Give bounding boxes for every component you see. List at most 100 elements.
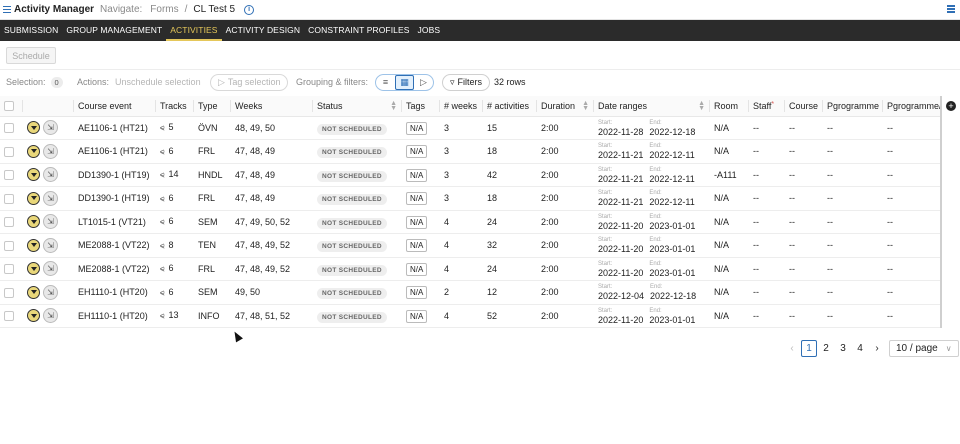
course-event-cell[interactable]: EH1110-1 (HT20) bbox=[74, 304, 156, 328]
tab-group-management[interactable]: GROUP MANAGEMENT bbox=[62, 20, 166, 41]
filter-activity-icon[interactable] bbox=[27, 285, 40, 299]
hamburger-menu-icon[interactable] bbox=[3, 5, 11, 14]
right-menu-icon[interactable] bbox=[947, 5, 955, 13]
header-room[interactable]: Room bbox=[710, 96, 749, 117]
course-event-cell[interactable]: ME2088-1 (VT22) bbox=[74, 257, 156, 281]
tab-submission[interactable]: SUBMISSION bbox=[0, 20, 62, 41]
table-row[interactable]: ⇲ ME2088-1 (VT22) ⪨ 8 TEN 47, 48, 49, 52 … bbox=[0, 233, 941, 258]
header-tracks[interactable]: Tracks bbox=[156, 96, 194, 117]
breadcrumb-forms[interactable]: Forms bbox=[150, 4, 178, 15]
tab-activity-design[interactable]: ACTIVITY DESIGN bbox=[222, 20, 305, 41]
course-event-cell[interactable]: ME2088-1 (VT22) bbox=[74, 233, 156, 258]
row-checkbox[interactable] bbox=[4, 123, 14, 134]
header-date-ranges[interactable]: Date ranges ▲ ▼ bbox=[594, 96, 710, 117]
filter-activity-icon[interactable] bbox=[27, 121, 40, 135]
header-weeks[interactable]: Weeks bbox=[231, 96, 313, 117]
header-course-event[interactable]: Course event bbox=[74, 96, 156, 117]
course-event-cell[interactable]: LT1015-1 (VT21) bbox=[74, 210, 156, 234]
row-checkbox[interactable] bbox=[4, 146, 14, 157]
row-checkbox[interactable] bbox=[4, 170, 14, 181]
course-event-cell[interactable]: DD1390-1 (HT19) bbox=[74, 186, 156, 211]
sort-icon[interactable]: ▲ ▼ bbox=[390, 100, 397, 112]
course-event-cell[interactable]: EH1110-1 (HT20) bbox=[74, 280, 156, 305]
open-activity-icon[interactable]: ⇲ bbox=[43, 214, 58, 230]
list-view-icon[interactable]: ≡ bbox=[376, 75, 395, 90]
open-activity-icon[interactable]: ⇲ bbox=[43, 308, 58, 324]
pagination-page-3[interactable]: 3 bbox=[835, 340, 851, 357]
tag-filter-icon[interactable]: ▷ bbox=[414, 75, 433, 90]
course-event-cell[interactable]: DD1390-1 (HT19) bbox=[74, 163, 156, 187]
header-status[interactable]: Status ▲ ▼ bbox=[313, 96, 402, 117]
table-row[interactable]: ⇲ AE1106-1 (HT21) ⪨ 6 FRL 47, 48, 49 NOT … bbox=[0, 139, 941, 164]
filter-activity-icon[interactable] bbox=[27, 262, 40, 276]
info-icon[interactable]: i bbox=[244, 4, 255, 15]
pagination-next-button[interactable]: › bbox=[869, 340, 885, 357]
tab-jobs[interactable]: JOBS bbox=[414, 20, 445, 41]
pagination-prev-button[interactable]: ‹ bbox=[784, 340, 800, 357]
header-num-weeks[interactable]: # weeks bbox=[440, 96, 483, 117]
header-staff[interactable]: Staff* bbox=[749, 96, 785, 117]
unschedule-selection-button[interactable]: Unschedule selection bbox=[115, 77, 201, 87]
tags-value[interactable]: N/A bbox=[406, 168, 428, 182]
table-row[interactable]: ⇲ DD1390-1 (HT19) ⪨ 6 FRL 47, 48, 49 NOT … bbox=[0, 186, 941, 211]
open-activity-icon[interactable]: ⇲ bbox=[43, 284, 58, 300]
table-row[interactable]: ⇲ EH1110-1 (HT20) ⪨ 13 INFO 47, 48, 51, 5… bbox=[0, 304, 941, 328]
table-row[interactable]: ⇲ AE1106-1 (HT21) ⪨ 5 ÖVN 48, 49, 50 NOT … bbox=[0, 116, 941, 140]
sort-icon[interactable]: ▲ ▼ bbox=[698, 100, 705, 112]
tab-activities[interactable]: ACTIVITIES bbox=[166, 20, 222, 41]
pagination-page-4[interactable]: 4 bbox=[852, 340, 868, 357]
table-row[interactable]: ⇲ EH1110-1 (HT20) ⪨ 6 SEM 49, 50 NOT SCHE… bbox=[0, 280, 941, 305]
tags-value[interactable]: N/A bbox=[406, 262, 428, 276]
header-duration[interactable]: Duration ▲ ▼ bbox=[537, 96, 594, 117]
header-programme[interactable]: Pgrogramme bbox=[823, 96, 883, 117]
tags-value[interactable]: N/A bbox=[406, 286, 428, 300]
tag-selection-button[interactable]: ▷ Tag selection bbox=[210, 73, 289, 91]
tags-value[interactable]: N/A bbox=[406, 145, 428, 159]
add-column-icon[interactable]: + bbox=[946, 101, 956, 111]
header-programme-g[interactable]: Pgrogramme/g bbox=[883, 96, 941, 117]
tags-value[interactable]: N/A bbox=[406, 192, 428, 206]
open-activity-icon[interactable]: ⇲ bbox=[43, 120, 58, 136]
header-tags[interactable]: Tags bbox=[402, 96, 440, 117]
select-all-checkbox[interactable] bbox=[4, 101, 14, 112]
filter-activity-icon[interactable] bbox=[27, 238, 40, 252]
row-checkbox[interactable] bbox=[4, 240, 14, 251]
tab-constraint-profiles[interactable]: CONSTRAINT PROFILES bbox=[304, 20, 413, 41]
page-size-select[interactable]: 10 / page ∨ bbox=[889, 339, 959, 357]
filter-activity-icon[interactable] bbox=[27, 309, 40, 323]
schedule-button[interactable]: Schedule bbox=[6, 47, 56, 64]
row-checkbox[interactable] bbox=[4, 217, 14, 228]
open-activity-icon[interactable]: ⇲ bbox=[43, 237, 58, 253]
tags-value[interactable]: N/A bbox=[406, 121, 428, 135]
open-activity-icon[interactable]: ⇲ bbox=[43, 167, 58, 183]
pagination-page-2[interactable]: 2 bbox=[818, 340, 834, 357]
row-checkbox[interactable] bbox=[4, 264, 14, 275]
course-event-cell[interactable]: AE1106-1 (HT21) bbox=[74, 139, 156, 164]
filter-activity-icon[interactable] bbox=[27, 215, 40, 229]
table-row[interactable]: ⇲ ME2088-1 (VT22) ⪨ 6 FRL 47, 48, 49, 52 … bbox=[0, 257, 941, 281]
sort-icon[interactable]: ▲ ▼ bbox=[582, 100, 589, 112]
filters-button[interactable]: ▿ Filters bbox=[442, 73, 491, 91]
header-course[interactable]: Course bbox=[785, 96, 823, 117]
filter-activity-icon[interactable] bbox=[27, 168, 40, 182]
pagination-page-1[interactable]: 1 bbox=[801, 339, 817, 357]
row-checkbox[interactable] bbox=[4, 287, 14, 298]
table-vertical-scrollbar[interactable] bbox=[940, 96, 942, 328]
calendar-view-icon[interactable]: ▦ bbox=[395, 74, 414, 90]
open-activity-icon[interactable]: ⇲ bbox=[43, 261, 58, 277]
table-row[interactable]: ⇲ DD1390-1 (HT19) ⪨ 14 HNDL 47, 48, 49 NO… bbox=[0, 163, 941, 187]
header-num-activities[interactable]: # activities bbox=[483, 96, 537, 117]
filter-activity-icon[interactable] bbox=[27, 191, 40, 205]
open-activity-icon[interactable]: ⇲ bbox=[43, 190, 58, 206]
filter-activity-icon[interactable] bbox=[27, 144, 40, 158]
course-event-cell[interactable]: AE1106-1 (HT21) bbox=[74, 116, 156, 140]
open-activity-icon[interactable]: ⇲ bbox=[43, 143, 58, 159]
tags-value[interactable]: N/A bbox=[406, 239, 428, 253]
row-checkbox[interactable] bbox=[4, 193, 14, 204]
navigate-label: Navigate: bbox=[100, 4, 143, 15]
row-checkbox[interactable] bbox=[4, 311, 14, 322]
tags-value[interactable]: N/A bbox=[406, 215, 428, 229]
table-row[interactable]: ⇲ LT1015-1 (VT21) ⪨ 6 SEM 47, 49, 50, 52 … bbox=[0, 210, 941, 234]
header-type[interactable]: Type bbox=[194, 96, 231, 117]
tags-value[interactable]: N/A bbox=[406, 309, 428, 323]
